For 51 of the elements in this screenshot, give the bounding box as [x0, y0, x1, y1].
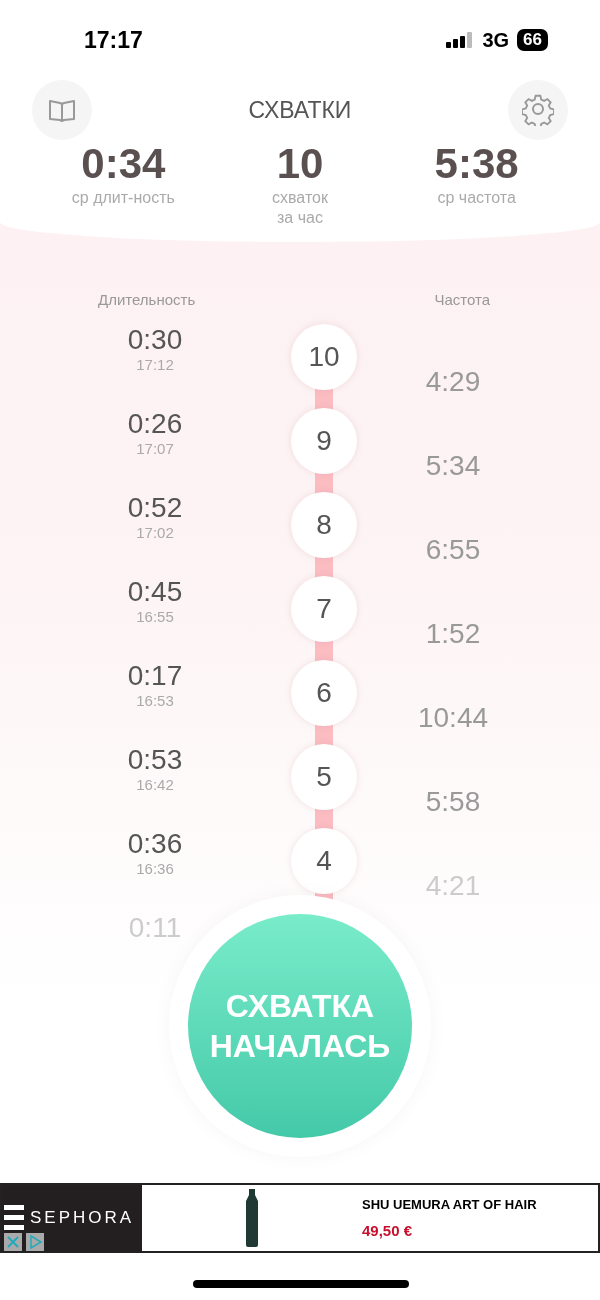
stat-label: схваток за час	[271, 188, 329, 228]
close-icon[interactable]	[4, 1233, 22, 1251]
column-header: Длительность	[98, 291, 196, 308]
frequency-value: 5:58	[425, 786, 481, 817]
start-time: 16:55	[136, 608, 174, 625]
start-time: 17:02	[136, 524, 174, 541]
column-header: Частота	[434, 291, 490, 308]
duration-value: 0:52	[127, 492, 183, 524]
start-time: 16:53	[136, 692, 174, 709]
duration-value: 0:17	[127, 660, 183, 692]
stat-value: 10	[276, 140, 324, 188]
contraction-number: 4	[291, 828, 357, 894]
ad-brand: SEPHORA	[30, 1208, 135, 1228]
screen-title: СХВАТКИ	[248, 96, 352, 124]
contraction-number: 8	[291, 492, 357, 558]
signal-icon	[446, 32, 475, 48]
stat-value: 5:38	[434, 140, 519, 188]
ad-product: SHU UEMURA ART OF HAIR	[362, 1197, 537, 1212]
duration-value: 0:26	[127, 408, 183, 440]
start-time: 16:36	[136, 860, 174, 877]
contraction-number: 10	[291, 324, 357, 390]
battery-level: 66	[517, 29, 548, 51]
frequency-value: 4:29	[425, 366, 481, 397]
frequency-value: 6:55	[425, 534, 481, 565]
duration-value: 0:45	[127, 576, 183, 608]
network-type: 3G	[482, 28, 510, 52]
ad-banner[interactable]: SEPHORA SHU UEMURA ART OF HAIR 49,50 €	[0, 1183, 600, 1253]
contraction-number: 6	[291, 660, 357, 726]
stat-label: ср длит-ность	[71, 188, 175, 208]
book-icon	[48, 98, 76, 122]
ad-price: 49,50 €	[362, 1222, 414, 1239]
start-time: 17:07	[136, 440, 174, 457]
ad-info-icon[interactable]	[26, 1233, 44, 1251]
duration-value: 0:30	[127, 324, 183, 356]
stat-label: ср частота	[437, 188, 516, 208]
stat-value: 0:34	[81, 140, 166, 188]
contraction-number: 9	[291, 408, 357, 474]
menu-icon	[4, 1205, 24, 1231]
start-time: 17:12	[136, 356, 174, 373]
home-indicator[interactable]	[193, 1280, 409, 1288]
status-time: 17:17	[84, 26, 143, 54]
bottle-icon	[244, 1189, 260, 1247]
duration-value: 0:36	[127, 828, 183, 860]
frequency-value: 5:34	[425, 450, 481, 481]
contraction-number: 7	[291, 576, 357, 642]
settings-icon	[522, 94, 554, 126]
contraction-number: 5	[291, 744, 357, 810]
duration-value: 0:53	[127, 744, 183, 776]
start-time: 16:42	[136, 776, 174, 793]
frequency-value: 10:44	[417, 702, 489, 733]
frequency-value: 1:52	[425, 618, 481, 649]
